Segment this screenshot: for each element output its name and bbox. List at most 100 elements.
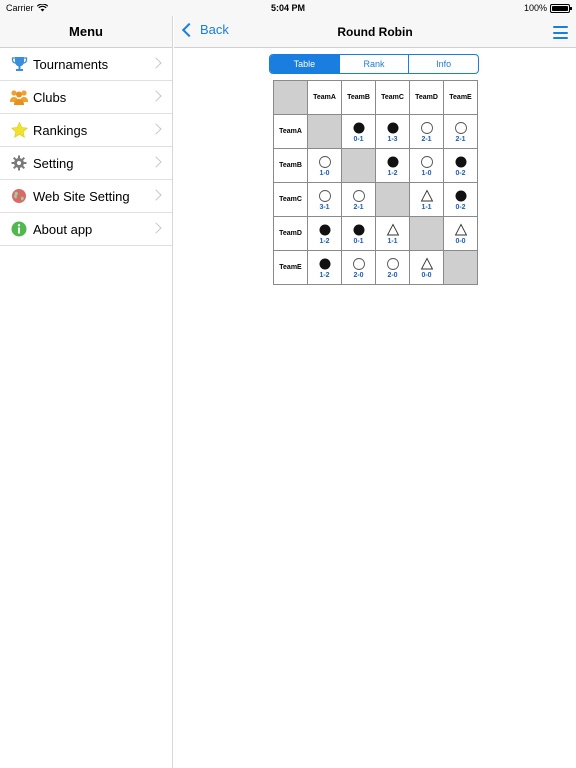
status-bar: Carrier 5:04 PM 100% — [0, 0, 576, 16]
sidebar-item-rankings[interactable]: Rankings — [0, 114, 172, 147]
table-header-row: TeamA TeamB TeamC TeamD TeamE — [273, 80, 478, 115]
draw-triangle-icon — [420, 189, 433, 201]
result-cell[interactable]: 1-0 — [409, 148, 444, 183]
result-cell[interactable]: 0-0 — [443, 216, 478, 251]
result-cell[interactable]: 2-1 — [341, 182, 376, 217]
score-label: 1-1 — [387, 237, 398, 245]
result-cell[interactable]: 0-2 — [443, 148, 478, 183]
table-row: TeamB 1-0 1-2 1-0 0-2 — [273, 148, 478, 183]
table-row: TeamA 0-1 1-3 2-1 2-1 — [273, 114, 478, 149]
loss-dot-icon — [319, 258, 330, 269]
score-label: 1-1 — [421, 203, 432, 211]
menu-icon[interactable] — [553, 26, 568, 39]
result-cell[interactable]: 1-1 — [409, 182, 444, 217]
battery-indicator: 100% — [523, 3, 572, 13]
score-label: 1-0 — [421, 169, 432, 177]
sidebar-item-label: Tournaments — [33, 56, 109, 72]
sidebar-item-label: Rankings — [33, 122, 88, 138]
column-header: TeamA — [307, 80, 342, 115]
result-cell[interactable]: 0-1 — [341, 114, 376, 149]
sidebar-item-setting[interactable]: Setting — [0, 147, 172, 180]
sidebar-item-label: About app — [33, 221, 93, 237]
win-circle-icon — [420, 121, 433, 134]
score-label: 1-2 — [319, 237, 330, 245]
score-label: 3-1 — [319, 203, 330, 211]
result-cell[interactable]: 2-1 — [409, 114, 444, 149]
sidebar-item-label: Clubs — [33, 89, 67, 105]
sidebar-item-about-app[interactable]: About app — [0, 213, 172, 246]
loss-dot-icon — [353, 122, 364, 133]
diagonal-cell — [375, 182, 410, 217]
sidebar-item-label: Web Site Setting — [33, 188, 130, 204]
gear-icon — [10, 154, 28, 172]
result-cell[interactable]: 1-1 — [375, 216, 410, 251]
sidebar-item-tournaments[interactable]: Tournaments — [0, 48, 172, 81]
view-segmented-control: Table Rank Info — [269, 54, 479, 74]
row-header: TeamC — [273, 182, 308, 217]
row-header: TeamB — [273, 148, 308, 183]
trophy-icon — [10, 55, 28, 73]
win-circle-icon — [318, 189, 331, 202]
battery-icon — [550, 3, 572, 13]
chevron-right-icon — [150, 189, 162, 201]
result-cell[interactable]: 0-2 — [443, 182, 478, 217]
loss-dot-icon — [455, 156, 466, 167]
score-label: 1-3 — [387, 135, 398, 143]
score-label: 0-2 — [455, 203, 466, 211]
column-header: TeamB — [341, 80, 376, 115]
result-cell[interactable]: 1-3 — [375, 114, 410, 149]
result-cell[interactable]: 3-1 — [307, 182, 342, 217]
sidebar-item-web-site-setting[interactable]: Web Site Setting — [0, 180, 172, 213]
diagonal-cell — [409, 216, 444, 251]
win-circle-icon — [420, 155, 433, 168]
result-cell[interactable]: 1-2 — [307, 216, 342, 251]
loss-dot-icon — [319, 224, 330, 235]
result-cell[interactable]: 2-0 — [375, 250, 410, 285]
result-cell[interactable]: 0-0 — [409, 250, 444, 285]
score-label: 0-2 — [455, 169, 466, 177]
score-label: 0-1 — [353, 237, 364, 245]
people-icon — [10, 88, 28, 106]
score-label: 0-0 — [455, 237, 466, 245]
win-circle-icon — [386, 257, 399, 270]
chevron-right-icon — [150, 222, 162, 234]
result-cell[interactable]: 1-2 — [375, 148, 410, 183]
result-cell[interactable]: 0-1 — [341, 216, 376, 251]
score-label: 1-0 — [319, 169, 330, 177]
win-circle-icon — [352, 257, 365, 270]
result-cell[interactable]: 1-0 — [307, 148, 342, 183]
result-cell[interactable]: 2-1 — [443, 114, 478, 149]
tab-rank[interactable]: Rank — [340, 55, 410, 73]
score-label: 1-2 — [319, 271, 330, 279]
score-label: 0-0 — [421, 271, 432, 279]
result-cell[interactable]: 1-2 — [307, 250, 342, 285]
battery-percent: 100% — [523, 3, 547, 13]
table-row: TeamC 3-1 2-1 1-1 0-2 — [273, 182, 478, 217]
loss-dot-icon — [353, 224, 364, 235]
loss-dot-icon — [387, 122, 398, 133]
score-label: 2-1 — [353, 203, 364, 211]
sidebar-nav-bar: Menu — [0, 16, 172, 48]
tab-table[interactable]: Table — [270, 55, 340, 73]
chevron-right-icon — [150, 57, 162, 69]
main-panel: Back Round Robin Table Rank Info TeamA Te… — [174, 16, 576, 768]
chevron-right-icon — [150, 156, 162, 168]
row-header: TeamE — [273, 250, 308, 285]
globe-icon — [10, 187, 28, 205]
chevron-right-icon — [150, 123, 162, 135]
sidebar-item-clubs[interactable]: Clubs — [0, 81, 172, 114]
win-circle-icon — [352, 189, 365, 202]
info-icon — [10, 220, 28, 238]
page-title: Round Robin — [337, 25, 413, 39]
tab-info[interactable]: Info — [409, 55, 478, 73]
score-label: 1-2 — [387, 169, 398, 177]
score-label: 0-1 — [353, 135, 364, 143]
column-header: TeamC — [375, 80, 410, 115]
draw-triangle-icon — [420, 257, 433, 269]
row-header: TeamA — [273, 114, 308, 149]
table-row: TeamE 1-2 2-0 2-0 0-0 — [273, 250, 478, 285]
table-corner-cell — [273, 80, 308, 115]
sidebar-title: Menu — [69, 24, 103, 39]
result-cell[interactable]: 2-0 — [341, 250, 376, 285]
score-label: 2-0 — [387, 271, 398, 279]
